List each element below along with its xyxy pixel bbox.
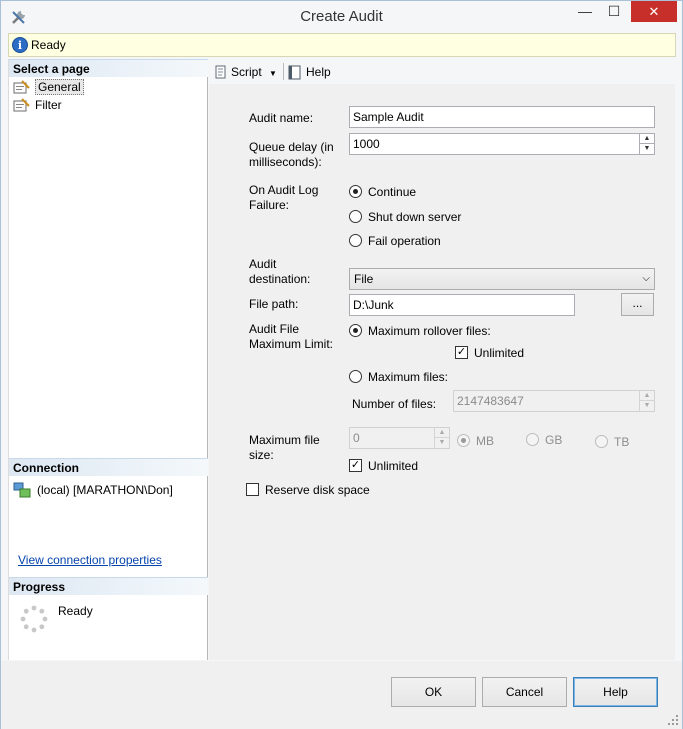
mb-label: MB	[476, 434, 494, 448]
gb-radio[interactable]: GB	[526, 432, 562, 448]
toolbar-separator	[283, 63, 284, 80]
cancel-button[interactable]: Cancel	[482, 677, 567, 707]
page-item-label: Filter	[35, 98, 62, 112]
size-unlimited-label: Unlimited	[368, 459, 419, 473]
page-item-filter[interactable]: Filter	[13, 96, 62, 114]
help-toolbar-button[interactable]: Help	[287, 62, 331, 82]
checkmark-icon: ✓	[455, 346, 468, 359]
tb-label: TB	[614, 435, 630, 449]
audit-name-label: Audit name:	[249, 111, 314, 125]
fail-operation-label: Fail operation	[368, 234, 441, 248]
script-icon	[215, 65, 226, 79]
tb-radio[interactable]: TB	[595, 434, 629, 450]
general-page-panel: Script ▼ Help Audit name: Sample Audit Q…	[209, 59, 675, 660]
on-failure-label: On Audit Log Failure:	[249, 183, 319, 212]
radio-circle	[457, 434, 470, 447]
audit-destination-label: Audit destination:	[249, 257, 311, 286]
create-audit-dialog: Create Audit — ☐ ✕ i Ready Select a page…	[0, 0, 683, 729]
toolbar: Script ▼ Help	[209, 59, 675, 84]
view-connection-properties-link[interactable]: View connection properties	[18, 553, 162, 567]
max-rollover-label: Maximum rollover files:	[368, 324, 491, 338]
queue-delay-stepper[interactable]: 1000 ▲ ▼	[349, 133, 655, 155]
audit-destination-value: File	[354, 272, 374, 286]
chevron-down-icon: ⌵	[642, 273, 650, 284]
properties-page-icon	[13, 98, 30, 112]
resize-grip-icon[interactable]	[668, 715, 678, 725]
file-path-label: File path:	[249, 297, 299, 311]
page-item-label: General	[35, 79, 84, 95]
connection-item: (local) [MARATHON\Don]	[13, 481, 173, 499]
audit-name-input[interactable]: Sample Audit	[349, 106, 655, 128]
status-bar: i Ready	[8, 33, 676, 57]
spin-arrows[interactable]: ▲ ▼	[434, 428, 449, 448]
rollover-unlimited-checkbox[interactable]: ✓ Unlimited	[455, 345, 524, 361]
minimize-button[interactable]: —	[571, 1, 599, 22]
rollover-unlimited-label: Unlimited	[474, 346, 525, 360]
script-label: Script	[231, 65, 262, 79]
fail-operation-radio[interactable]: Fail operation	[349, 233, 441, 249]
radio-circle	[349, 370, 362, 383]
spin-arrows[interactable]: ▲ ▼	[639, 391, 654, 411]
reserve-disk-space-checkbox[interactable]: Reserve disk space	[246, 482, 370, 498]
spinner-icon	[20, 605, 48, 633]
progress-status: Ready	[58, 604, 93, 618]
server-connection-icon	[13, 482, 31, 498]
spin-arrows[interactable]: ▲ ▼	[639, 134, 654, 154]
radio-circle	[595, 435, 608, 448]
continue-label: Continue	[368, 185, 417, 199]
continue-radio[interactable]: Continue	[349, 184, 416, 200]
maximize-button[interactable]: ☐	[600, 1, 628, 22]
title-bar: Create Audit — ☐ ✕	[1, 1, 682, 32]
radio-circle	[349, 234, 362, 247]
dialog-footer: OK Cancel Help	[1, 661, 682, 729]
size-unlimited-checkbox[interactable]: ✓ Unlimited	[349, 458, 418, 474]
checkbox-box	[246, 483, 259, 496]
number-of-files-label: Number of files:	[352, 397, 437, 411]
max-file-size-stepper[interactable]: 0 ▲ ▼	[349, 427, 450, 449]
connection-text: (local) [MARATHON\Don]	[37, 483, 173, 497]
checkmark-icon: ✓	[349, 459, 362, 472]
queue-delay-value: 1000	[353, 137, 380, 151]
max-file-size-value: 0	[353, 431, 360, 445]
select-page-header: Select a page	[9, 59, 208, 77]
radio-circle	[526, 433, 539, 446]
gb-label: GB	[545, 433, 563, 447]
connection-header: Connection	[9, 458, 208, 476]
help-label: Help	[306, 65, 331, 79]
left-panel: Select a page General Filter Connection	[8, 59, 208, 660]
progress-header: Progress	[9, 577, 208, 595]
reserve-disk-space-label: Reserve disk space	[265, 483, 370, 497]
help-icon	[288, 65, 301, 80]
shut-down-server-radio[interactable]: Shut down server	[349, 209, 461, 225]
info-icon: i	[12, 37, 28, 53]
audit-destination-select[interactable]: File ⌵	[349, 268, 655, 290]
number-of-files-stepper[interactable]: 2147483647 ▲ ▼	[453, 390, 655, 412]
close-button[interactable]: ✕	[631, 1, 677, 22]
status-text: Ready	[31, 38, 66, 52]
max-rollover-radio[interactable]: Maximum rollover files:	[349, 323, 491, 339]
radio-circle	[349, 210, 362, 223]
mb-radio[interactable]: MB	[457, 433, 494, 449]
page-item-general[interactable]: General	[13, 78, 84, 96]
script-button[interactable]: Script ▼	[213, 62, 283, 82]
number-of-files-value: 2147483647	[457, 394, 524, 408]
max-files-label: Maximum files:	[368, 370, 449, 384]
chevron-down-icon: ▼	[269, 69, 277, 78]
browse-button[interactable]: ...	[621, 293, 654, 316]
properties-page-icon	[13, 80, 30, 94]
shut-down-server-label: Shut down server	[368, 210, 462, 224]
max-files-radio[interactable]: Maximum files:	[349, 369, 448, 385]
ok-button[interactable]: OK	[391, 677, 476, 707]
max-limit-label: Audit File Maximum Limit:	[249, 322, 334, 351]
max-file-size-label: Maximum file size:	[249, 433, 320, 462]
help-button[interactable]: Help	[573, 677, 658, 707]
radio-circle	[349, 324, 362, 337]
queue-delay-label: Queue delay (in milliseconds):	[249, 140, 334, 169]
file-path-input[interactable]: D:\Junk	[349, 294, 575, 316]
radio-circle	[349, 185, 362, 198]
